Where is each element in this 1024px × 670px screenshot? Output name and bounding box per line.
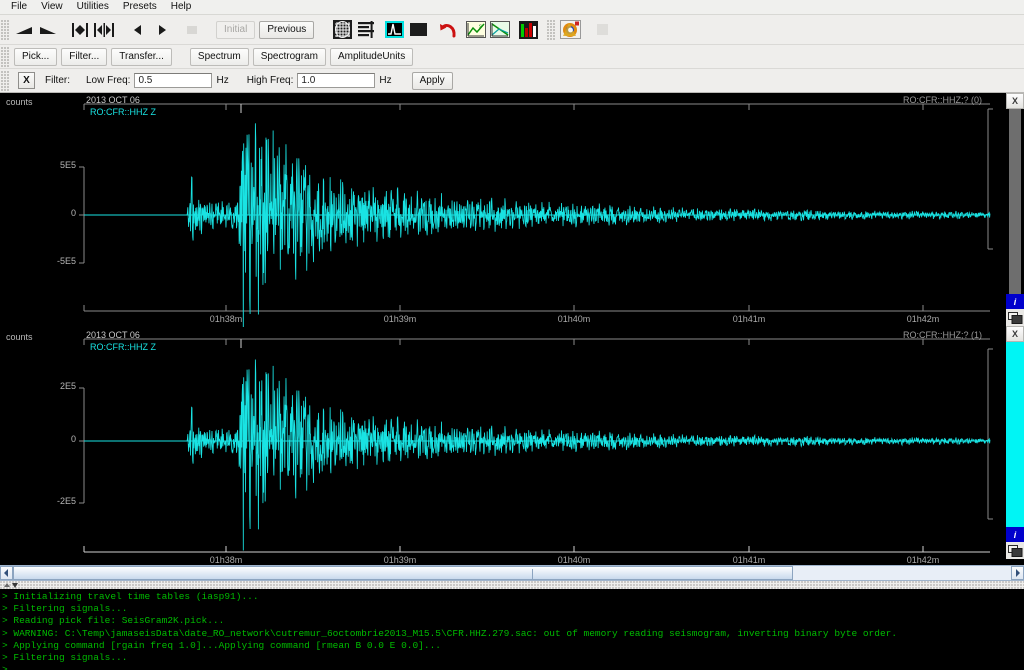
panel-1-vscroll-thumb[interactable] bbox=[1006, 342, 1024, 527]
filter-title: Filter: bbox=[45, 75, 70, 86]
action-toolbar-gripper[interactable] bbox=[1, 46, 9, 67]
filter-toolbar: X Filter: Low Freq: Hz High Freq: Hz App… bbox=[0, 69, 1024, 93]
console-line: > WARNING: C:\Temp\jamaseisData\date_RO_… bbox=[2, 627, 898, 639]
panel-1-ytick-1: 0 bbox=[70, 434, 76, 444]
panel-0-ytick-0: 5E5 bbox=[59, 160, 76, 170]
time-scrollbar-thumb[interactable] bbox=[13, 566, 793, 580]
menu-item-view[interactable]: View bbox=[34, 0, 70, 14]
panel-0-ytick-1: 0 bbox=[70, 208, 76, 218]
action-toolbar: Pick... Filter... Transfer... Spectrum S… bbox=[0, 45, 1024, 69]
console-splitter[interactable] bbox=[0, 581, 1024, 589]
console-output[interactable]: > Initializing travel time tables (iasp9… bbox=[0, 589, 1024, 670]
pick-button[interactable]: Pick... bbox=[14, 47, 58, 66]
panel-0-vscroll-thumb[interactable] bbox=[1009, 109, 1021, 294]
scroll-left-icon[interactable] bbox=[127, 19, 149, 41]
waveform-panel-1[interactable]: counts 2013 OCT 06 RO:CFR::HHZ Z RO:CFR:… bbox=[0, 327, 1006, 565]
spectrum-button[interactable]: Spectrum bbox=[189, 47, 249, 66]
console-line: > Filtering signals... bbox=[2, 652, 128, 664]
panel-0-ytick-2: -5E5 bbox=[56, 256, 76, 266]
scroll-left-arrow-icon[interactable] bbox=[0, 566, 13, 580]
time-scrollbar-track[interactable] bbox=[13, 566, 1011, 580]
console-line: > Reading pick file: SeisGram2K.pick... bbox=[2, 615, 225, 627]
previous-view-button[interactable]: Previous bbox=[259, 20, 315, 39]
waveform-panel-0[interactable]: counts 2013 OCT 06 RO:CFR::HHZ Z RO:CFR:… bbox=[0, 93, 1006, 327]
panel-0-xtick-0: 01h38m bbox=[209, 314, 243, 324]
scroll-right-icon[interactable] bbox=[151, 19, 173, 41]
color-palette-icon[interactable] bbox=[559, 19, 581, 41]
main-toolbar: Initial Previous s bbox=[0, 15, 1024, 45]
panel-1-xtick-2: 01h40m bbox=[557, 555, 591, 565]
panel-0-copy-icon[interactable] bbox=[1006, 309, 1024, 326]
panel-0-close-button[interactable]: X bbox=[1006, 93, 1024, 109]
menu-item-presets[interactable]: Presets bbox=[116, 0, 164, 14]
high-freq-input[interactable] bbox=[297, 73, 376, 88]
panel-0-canvas bbox=[79, 103, 993, 327]
align-traces-icon[interactable] bbox=[355, 19, 377, 41]
panel-1-xtick-1: 01h39m bbox=[383, 555, 417, 565]
stop-icon bbox=[181, 19, 203, 41]
spectrogram-button[interactable]: Spectrogram bbox=[252, 47, 326, 66]
spectrogram-plot-icon[interactable] bbox=[489, 19, 511, 41]
initial-view-button[interactable]: Initial bbox=[216, 20, 256, 39]
apply-filter-button[interactable]: Apply bbox=[411, 71, 453, 90]
menu-bar: File View Utilities Presets Help bbox=[0, 0, 1024, 15]
panel-0-xtick-1: 01h39m bbox=[383, 314, 417, 324]
panel-1-xtick-0: 01h38m bbox=[209, 555, 243, 565]
filter-button[interactable]: Filter... bbox=[61, 47, 108, 66]
menu-item-file[interactable]: File bbox=[4, 0, 34, 14]
console-line: > bbox=[2, 664, 8, 670]
panel-0-xtick-3: 01h41m bbox=[732, 314, 766, 324]
console-line: > Filtering signals... bbox=[2, 603, 128, 615]
spectrum-plot-icon[interactable]: s bbox=[465, 19, 487, 41]
grid-overlay-icon[interactable] bbox=[331, 19, 353, 41]
panel-0-vscroll-track[interactable] bbox=[1006, 109, 1024, 294]
panel-0-xtick-4: 01h42m bbox=[906, 314, 940, 324]
undo-icon[interactable] bbox=[437, 19, 459, 41]
panel-1-xtick-3: 01h41m bbox=[732, 555, 766, 565]
waveform-display-area: counts 2013 OCT 06 RO:CFR::HHZ Z RO:CFR:… bbox=[0, 93, 1024, 565]
menu-item-help[interactable]: Help bbox=[164, 0, 199, 14]
panel-controls-strip: X i X i bbox=[1006, 93, 1024, 559]
console-line: > Applying command [rgain freq 1.0]...Ap… bbox=[2, 639, 441, 651]
svg-text:s: s bbox=[479, 24, 482, 30]
toolbar-gripper[interactable] bbox=[1, 19, 9, 40]
zoom-time-in-icon[interactable] bbox=[69, 19, 91, 41]
panel-1-info-button[interactable]: i bbox=[1006, 527, 1024, 542]
menu-item-utilities[interactable]: Utilities bbox=[70, 0, 116, 14]
transfer-button[interactable]: Transfer... bbox=[111, 47, 172, 66]
time-scrollbar[interactable] bbox=[0, 565, 1024, 581]
panel-1-ytick-2: -2E5 bbox=[56, 496, 76, 506]
filter-toolbar-gripper[interactable] bbox=[1, 70, 9, 91]
zoom-amplitude-down-icon[interactable] bbox=[37, 19, 59, 41]
amplitude-units-button[interactable]: AmplitudeUnits bbox=[329, 47, 414, 66]
pick-phase-icon[interactable] bbox=[383, 19, 405, 41]
panel-1-copy-icon[interactable] bbox=[1006, 542, 1024, 559]
seisgram-window: File View Utilities Presets Help Initial… bbox=[0, 0, 1024, 670]
panel-1-xtick-4: 01h42m bbox=[906, 555, 940, 565]
console-line: > Initializing travel time tables (iasp9… bbox=[2, 591, 259, 602]
panel-1-close-button[interactable]: X bbox=[1006, 326, 1024, 342]
blank-panel-icon[interactable] bbox=[407, 19, 429, 41]
panel-0-info-button[interactable]: i bbox=[1006, 294, 1024, 309]
filter-close-button[interactable]: X bbox=[18, 72, 35, 89]
splitter-arrows-icon bbox=[4, 582, 18, 588]
high-freq-label: High Freq: bbox=[246, 75, 294, 86]
rgb-bars-icon[interactable] bbox=[517, 19, 539, 41]
high-freq-unit: Hz bbox=[379, 75, 392, 86]
panel-1-ytick-0: 2E5 bbox=[59, 381, 76, 391]
zoom-amplitude-up-icon[interactable] bbox=[13, 19, 35, 41]
spare-toolbar-slot bbox=[591, 19, 613, 41]
low-freq-label: Low Freq: bbox=[86, 75, 131, 86]
scroll-right-arrow-icon[interactable] bbox=[1011, 566, 1024, 580]
low-freq-input[interactable] bbox=[134, 73, 213, 88]
toolbar-gripper-2[interactable] bbox=[547, 19, 556, 40]
panel-0-xtick-2: 01h40m bbox=[557, 314, 591, 324]
panel-1-canvas bbox=[79, 338, 993, 553]
panel-1-vscroll-track[interactable] bbox=[1006, 342, 1024, 527]
low-freq-unit: Hz bbox=[216, 75, 229, 86]
zoom-time-out-icon[interactable] bbox=[93, 19, 115, 41]
